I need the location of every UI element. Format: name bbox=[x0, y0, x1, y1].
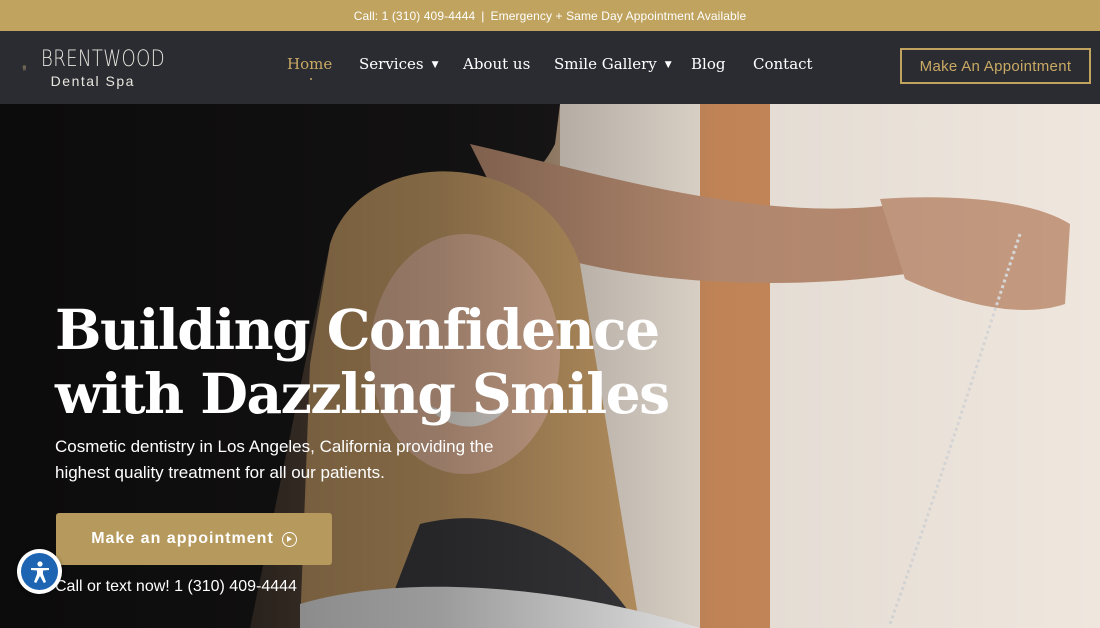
announcement-bar: Call: 1 (310) 409-4444 | Emergency + Sam… bbox=[0, 0, 1100, 31]
brand-name-line2: Dental Spa bbox=[50, 72, 135, 89]
hero-title: Building Confidence with Dazzling Smiles bbox=[55, 298, 675, 426]
nav-item-smile-gallery[interactable]: Smile Gallery ▼ bbox=[554, 55, 672, 73]
main-navigation: BRENTWOOD Dental Spa Home Services ▼ Abo… bbox=[0, 31, 1100, 104]
tooth-logo-icon bbox=[22, 65, 27, 71]
nav-item-services[interactable]: Services ▼ bbox=[359, 55, 439, 73]
hero-title-line1: Building Confidence bbox=[55, 297, 660, 362]
nav-item-home[interactable]: Home bbox=[287, 55, 333, 80]
nav-item-label: Smile Gallery bbox=[554, 55, 657, 73]
topbar-phone[interactable]: Call: 1 (310) 409-4444 bbox=[354, 9, 476, 23]
brand-logo[interactable]: BRENTWOOD Dental Spa bbox=[22, 42, 192, 94]
play-circle-icon bbox=[281, 531, 297, 547]
active-indicator bbox=[309, 78, 312, 80]
brand-name: BRENTWOOD Dental Spa bbox=[40, 46, 192, 89]
hero-subtitle: Cosmetic dentistry in Los Angeles, Calif… bbox=[55, 434, 575, 486]
nav-item-blog[interactable]: Blog bbox=[691, 55, 725, 73]
nav-item-label: Services bbox=[359, 55, 424, 73]
hero-cta-label: Make an appointment bbox=[91, 530, 274, 547]
hero-subtitle-line2: highest quality treatment for all our pa… bbox=[55, 463, 385, 482]
nav-item-label: About us bbox=[463, 55, 531, 73]
nav-item-label: Blog bbox=[691, 55, 726, 73]
brand-name-line1: BRENTWOOD bbox=[40, 46, 165, 72]
make-appointment-button[interactable]: Make An Appointment bbox=[900, 48, 1091, 84]
accessibility-icon bbox=[21, 553, 58, 590]
hero-appointment-button[interactable]: Make an appointment bbox=[56, 513, 332, 565]
chevron-down-icon: ▼ bbox=[664, 60, 672, 70]
nav-item-about[interactable]: About us bbox=[463, 55, 530, 73]
nav-item-contact[interactable]: Contact bbox=[753, 55, 813, 73]
hero-subtitle-line1: Cosmetic dentistry in Los Angeles, Calif… bbox=[55, 437, 494, 456]
hero-phone-text[interactable]: Call or text now! 1 (310) 409-4444 bbox=[55, 578, 297, 596]
hero-title-line2: with Dazzling Smiles bbox=[55, 361, 670, 426]
chevron-down-icon: ▼ bbox=[431, 60, 439, 70]
topbar-notice: Emergency + Same Day Appointment Availab… bbox=[490, 8, 747, 23]
nav-item-label: Home bbox=[287, 55, 333, 73]
hero-section: Building Confidence with Dazzling Smiles… bbox=[0, 104, 1100, 628]
nav-item-label: Contact bbox=[753, 55, 813, 73]
accessibility-button[interactable] bbox=[17, 549, 62, 594]
topbar-separator: | bbox=[481, 8, 485, 23]
